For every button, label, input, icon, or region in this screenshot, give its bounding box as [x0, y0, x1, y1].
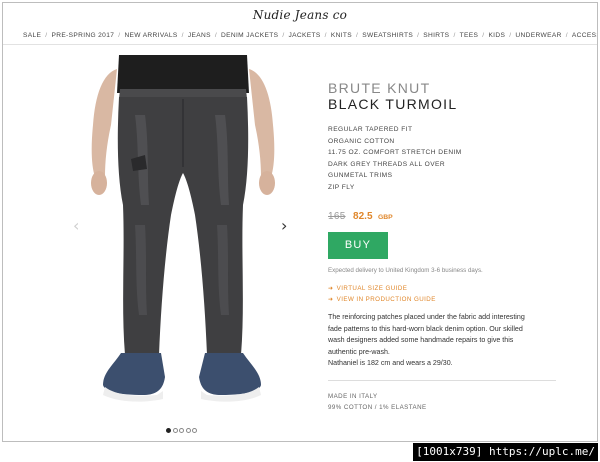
- site-header: Nudie Jeans co: [3, 3, 597, 27]
- made-in-text: MADE IN ITALY: [328, 392, 378, 400]
- gallery-dot[interactable]: [179, 428, 184, 433]
- description-line: authentic pre-wash.: [328, 347, 390, 356]
- nav-separator: /: [356, 32, 359, 39]
- nav-separator: /: [214, 32, 218, 39]
- model-wearing-jeans-image: [91, 55, 275, 402]
- gallery-dot[interactable]: [172, 428, 178, 433]
- product-features-list: REGULAR TAPERED FIT ORGANIC COTTON 11.75 O…: [328, 124, 578, 193]
- nav-item-shirts[interactable]: SHIRTS: [423, 32, 449, 39]
- browser-viewport: Nudie Jeans co SALE / PRE-SPRING 2017/NEW …: [2, 2, 598, 442]
- product-wash-name: BLACK TURMOIL: [328, 96, 458, 112]
- gallery-pagination-dots: [166, 420, 199, 433]
- nav-separator: /: [45, 32, 48, 39]
- production-guide-link[interactable]: ➜ VIEW IN PRODUCTION GUIDE: [328, 295, 578, 306]
- nav-item-new-arrivals[interactable]: NEW ARRIVALS: [124, 32, 177, 39]
- nav-item-kids[interactable]: KIDS: [488, 32, 505, 39]
- nav-item-tees[interactable]: TEES: [460, 32, 479, 39]
- product-description: The reinforcing patches placed under the…: [328, 312, 556, 370]
- nav-separator: /: [282, 32, 285, 39]
- chevron-left-icon: ‹: [73, 216, 80, 235]
- nav-separator: /: [324, 32, 327, 39]
- product-image: [65, 55, 301, 415]
- delivery-note: Expected delivery to United Kingdom 3-6 …: [328, 267, 483, 274]
- divider: [328, 379, 556, 381]
- buy-button[interactable]: BUY: [328, 232, 388, 259]
- nav-separator: /: [417, 32, 420, 39]
- nav-item-denim-jackets[interactable]: DENIM JACKETS: [221, 32, 278, 39]
- description-line: The reinforcing patches placed under the…: [328, 313, 525, 321]
- feature-item: GUNMETAL TRIMS: [328, 172, 393, 179]
- price: 165 82.5 GBP: [328, 206, 578, 222]
- virtual-size-guide-link[interactable]: ➜ VIRTUAL SIZE GUIDE: [328, 284, 578, 295]
- main-navigation: SALE / PRE-SPRING 2017/NEW ARRIVALS / JEANS /…: [3, 29, 597, 45]
- nav-separator: /: [565, 32, 568, 39]
- nav-item-sweatshirts[interactable]: SWEATSHIRTS: [362, 32, 413, 39]
- gallery-dot[interactable]: [185, 428, 191, 433]
- nav-item-jeans[interactable]: JEANS: [188, 32, 211, 39]
- nav-items: SALE / PRE-SPRING 2017/NEW ARRIVALS / JEANS /…: [23, 32, 597, 39]
- nav-separator: /: [509, 32, 512, 39]
- nav-item-underwear[interactable]: UNDERWEAR: [515, 32, 561, 39]
- arrow-right-icon: ➜: [328, 285, 334, 292]
- composition-text: 99% COTTON / 1% ELASTANE: [328, 404, 427, 412]
- description-line: Nathaniel is 182 cm and wears a 29/30.: [328, 359, 453, 368]
- feature-item: REGULAR TAPERED FIT: [328, 126, 413, 133]
- product-model-name: BRUTE KNUT: [328, 80, 431, 96]
- feature-item: ORGANIC COTTON: [328, 137, 395, 145]
- gallery-prev-arrow[interactable]: ‹: [73, 217, 83, 235]
- arrow-right-icon: ➜: [328, 295, 334, 303]
- original-price: 165: [328, 211, 346, 222]
- product-origin-composition: MADE IN ITALY 99% COTTON / 1% ELASTANE: [328, 391, 578, 414]
- sale-price: 82.5: [353, 211, 373, 222]
- nav-separator: /: [181, 32, 184, 39]
- nav-item-knits[interactable]: KNITS: [331, 32, 352, 39]
- gallery-dot[interactable]: [192, 428, 197, 433]
- nav-item-pre-spring-2017[interactable]: PRE-SPRING 2017: [51, 32, 114, 39]
- description-line: fade patterns to this hard-worn black de…: [328, 324, 523, 333]
- nav-item-accessories[interactable]: ACCESSORIES: [572, 32, 597, 39]
- description-line: wash designers added some handmade repai…: [328, 336, 514, 345]
- chevron-right-icon: ›: [281, 216, 288, 235]
- gallery-next-arrow[interactable]: ›: [281, 217, 291, 235]
- feature-item: 11.75 OZ. COMFORT STRETCH DENIM: [328, 149, 462, 156]
- nav-item-sale[interactable]: SALE: [23, 32, 41, 39]
- nav-item-jackets[interactable]: JACKETS: [289, 32, 321, 39]
- price-currency: GBP: [377, 214, 393, 221]
- nav-separator: /: [118, 32, 121, 39]
- guide-links: ➜ VIRTUAL SIZE GUIDE ➜ VIEW IN PRODUCTION …: [328, 284, 578, 305]
- brand-logo[interactable]: Nudie Jeans co: [3, 8, 597, 22]
- nav-separator: /: [453, 32, 456, 39]
- screenshot-watermark: [1001x739] https://uplc.me/: [413, 443, 598, 461]
- nav-separator: /: [482, 32, 485, 39]
- link-label: VIRTUAL SIZE GUIDE: [336, 285, 408, 292]
- feature-item: DARK GREY THREADS ALL OVER: [328, 160, 446, 168]
- product-info: BRUTE KNUT BLACK TURMOIL REGULAR TAPERED…: [328, 81, 578, 414]
- link-label: VIEW IN PRODUCTION GUIDE: [336, 295, 436, 303]
- gallery-dot[interactable]: [166, 428, 171, 433]
- feature-item: ZIP FLY: [328, 183, 355, 191]
